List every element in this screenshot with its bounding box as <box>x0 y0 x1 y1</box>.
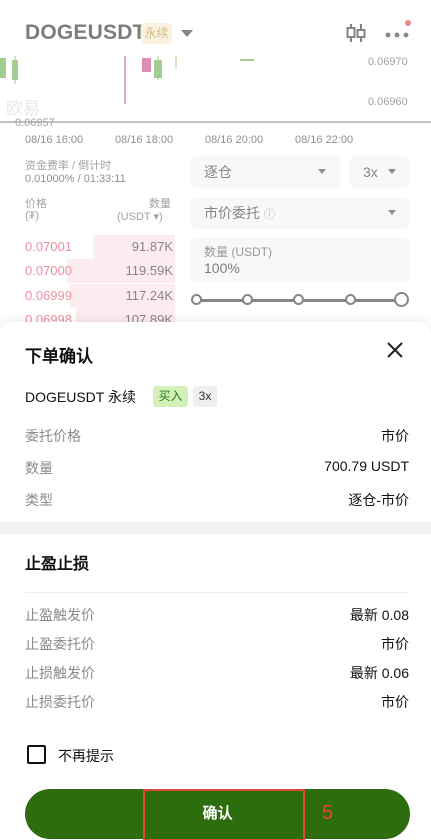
highlight-box <box>143 789 305 840</box>
detail-value: 市价 <box>381 694 409 710</box>
tpsl-row-sl-order: 止损委托价 市价 <box>25 692 409 712</box>
order-pair: DOGEUSDT 永续 <box>25 389 136 405</box>
detail-key: 类型 <box>25 492 53 508</box>
divider-line <box>25 592 409 593</box>
detail-key: 止盈委托价 <box>25 636 95 652</box>
detail-value: 700.79 USDT <box>324 458 409 474</box>
detail-value: 市价 <box>381 428 409 444</box>
detail-value: 最新 0.06 <box>349 665 409 681</box>
detail-key: 委托价格 <box>25 428 81 444</box>
detail-value: 市价 <box>381 636 409 652</box>
detail-value: 逐仓-市价 <box>348 492 409 508</box>
leverage-badge: 3x <box>193 386 217 407</box>
detail-key: 止盈触发价 <box>25 607 95 623</box>
close-icon[interactable] <box>386 341 404 359</box>
detail-key: 止损触发价 <box>25 665 95 681</box>
detail-row-type: 类型 逐仓-市价 <box>25 490 409 510</box>
tpsl-row-tp-order: 止盈委托价 市价 <box>25 634 409 654</box>
detail-key: 数量 <box>25 460 53 476</box>
detail-key: 止损委托价 <box>25 694 95 710</box>
dont-remind-label[interactable]: 不再提示 <box>58 746 114 766</box>
detail-row-price: 委托价格 市价 <box>25 426 409 446</box>
section-divider <box>0 522 431 534</box>
detail-row-quantity: 数量 700.79 USDT <box>25 458 409 478</box>
tpsl-title: 止盈止损 <box>25 556 90 573</box>
tpsl-row-sl-trigger: 止损触发价 最新 0.06 <box>25 663 409 683</box>
detail-value: 最新 0.08 <box>349 607 409 623</box>
sheet-title: 下单确认 <box>25 347 93 366</box>
dont-remind-checkbox[interactable] <box>27 745 46 764</box>
side-badge: 买入 <box>153 386 188 407</box>
order-confirm-sheet: 下单确认 DOGEUSDT 永续 买入 3x 委托价格 市价 数量 700.79… <box>0 322 431 840</box>
step-marker: 5 <box>322 802 334 824</box>
tpsl-row-tp-trigger: 止盈触发价 最新 0.08 <box>25 605 409 625</box>
